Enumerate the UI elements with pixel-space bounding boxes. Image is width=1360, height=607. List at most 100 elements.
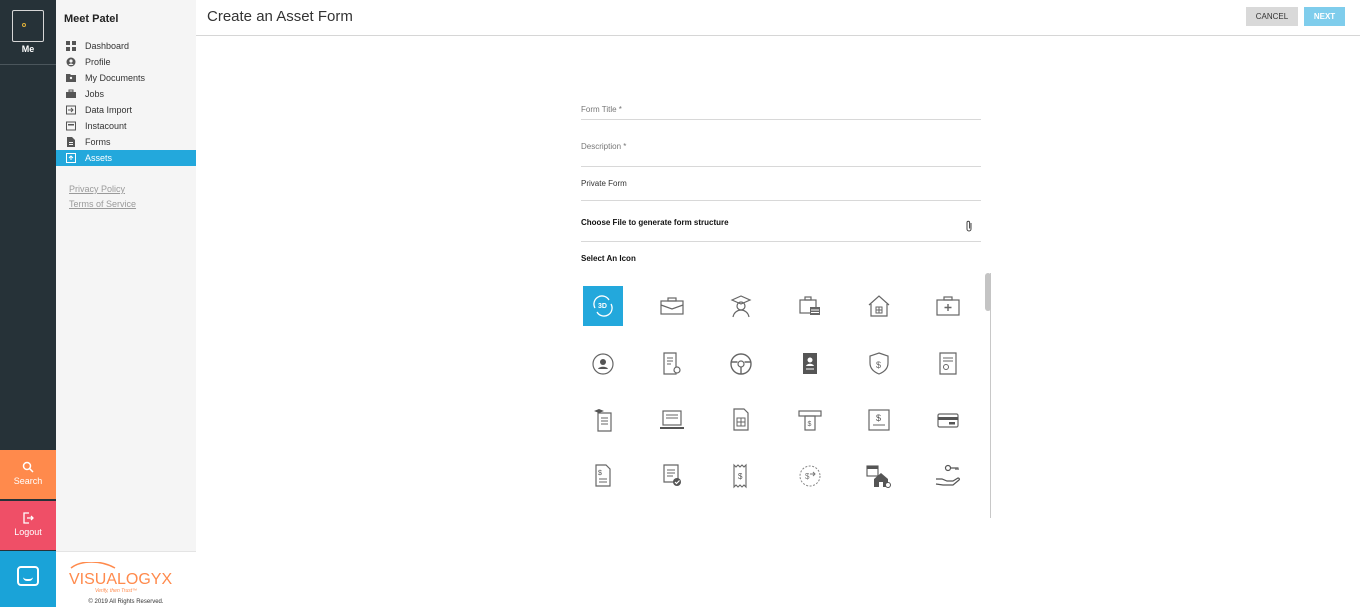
select-icon-label: Select An Icon — [581, 254, 636, 263]
icon-option-first-aid-kit[interactable] — [928, 286, 968, 326]
sidebar-item-label: Assets — [85, 153, 113, 163]
contact-book-icon — [803, 353, 817, 374]
assets-icon — [66, 153, 76, 163]
next-button[interactable]: NEXT — [1304, 7, 1345, 26]
page-title: Create an Asset Form — [207, 8, 353, 25]
atm-icon: $ — [798, 410, 822, 431]
sidebar-item-instacount[interactable]: Instacount — [56, 118, 196, 134]
sidebar-item-my-documents[interactable]: My Documents — [56, 70, 196, 86]
sidebar-item-label: Jobs — [85, 89, 105, 99]
first-aid-kit-icon — [936, 296, 960, 316]
svg-text:$: $ — [876, 413, 881, 423]
app-rail: Me Search Logout — [0, 0, 56, 607]
icon-option-hand-key[interactable] — [928, 456, 968, 496]
sidebar-item-label: Instacount — [85, 121, 127, 131]
icon-option-briefcase-money[interactable] — [790, 286, 830, 326]
icon-option-3d-rotate[interactable]: 3D — [583, 286, 623, 326]
icon-option-dollar-statement[interactable]: $ — [859, 400, 899, 440]
icon-option-certificate[interactable] — [928, 344, 968, 384]
shield-dollar-icon: $ — [869, 352, 889, 375]
choose-file-field[interactable]: Choose File to generate form structure — [581, 206, 981, 242]
search-label: Search — [13, 476, 43, 486]
sidebar-item-label: Forms — [85, 137, 111, 147]
page-header: Create an Asset Form CANCEL NEXT — [196, 0, 1360, 36]
description-field[interactable]: Description * — [581, 132, 981, 167]
icon-option-diploma-document[interactable] — [583, 400, 623, 440]
svg-text:$: $ — [598, 470, 602, 477]
me-label: Me — [21, 44, 35, 54]
cancel-button[interactable]: CANCEL — [1246, 7, 1298, 26]
icon-option-laptop[interactable] — [652, 400, 692, 440]
terms-of-service-link[interactable]: Terms of Service — [69, 199, 136, 209]
icon-option-steering-wheel[interactable] — [721, 344, 761, 384]
avatar[interactable] — [12, 10, 44, 42]
document-search-icon — [663, 352, 681, 375]
logo-brand: VISUALOGYX — [69, 571, 172, 588]
icon-option-briefcase[interactable] — [652, 286, 692, 326]
icon-option-document-search[interactable] — [652, 344, 692, 384]
form-title-field[interactable]: Form Title * — [581, 96, 981, 120]
icon-option-spreadsheet[interactable] — [721, 400, 761, 440]
copyright: © 2019 All Rights Reserved. — [88, 599, 164, 605]
private-form-field[interactable]: Private Form — [581, 170, 981, 201]
icon-option-atm[interactable]: $ — [790, 400, 830, 440]
sidebar-item-dashboard[interactable]: Dashboard — [56, 38, 196, 54]
instacount-icon — [66, 121, 76, 131]
paperclip-icon[interactable] — [965, 220, 973, 232]
svg-text:$: $ — [808, 421, 812, 428]
receipt-icon: $ — [733, 463, 747, 489]
sidebar-item-label: Dashboard — [85, 41, 130, 51]
me-menu[interactable]: Me — [0, 0, 56, 65]
steering-wheel-icon — [730, 353, 752, 375]
import-icon — [66, 105, 76, 115]
profile-icon — [66, 57, 76, 67]
credit-card-icon — [937, 413, 959, 428]
icon-option-money-exchange[interactable]: $ — [790, 456, 830, 496]
icon-option-contact-book[interactable] — [790, 344, 830, 384]
search-icon — [22, 461, 34, 473]
icon-option-credit-card[interactable] — [928, 400, 968, 440]
svg-text:3D: 3D — [598, 303, 607, 310]
laptop-icon — [660, 410, 684, 429]
dashboard-icon — [66, 41, 76, 51]
diploma-document-icon — [594, 409, 612, 432]
icon-option-graduate[interactable] — [721, 286, 761, 326]
sidebar: Meet Patel Dashboard Profile My Document… — [56, 0, 196, 607]
dollar-statement-icon: $ — [868, 409, 890, 431]
sidebar-footer: VISUALOGYX Verify, then Trust™ © 2019 Al… — [56, 551, 196, 607]
privacy-policy-link[interactable]: Privacy Policy — [69, 184, 136, 194]
icon-grid-scrollbar[interactable] — [985, 273, 991, 311]
logout-label: Logout — [14, 527, 42, 537]
sidebar-item-data-import[interactable]: Data Import — [56, 102, 196, 118]
icon-option-receipt[interactable]: $ — [721, 456, 761, 496]
house-icon — [868, 295, 890, 317]
search-button[interactable]: Search — [0, 450, 56, 499]
icon-option-user-circle[interactable] — [583, 344, 623, 384]
choose-file-label: Choose File to generate form structure — [581, 218, 729, 227]
hand-key-icon — [935, 464, 961, 486]
briefcase-icon — [660, 297, 684, 315]
sidebar-item-profile[interactable]: Profile — [56, 54, 196, 70]
sidebar-item-forms[interactable]: Forms — [56, 134, 196, 150]
certificate-icon — [939, 352, 957, 375]
forms-icon — [67, 137, 75, 147]
logout-button[interactable]: Logout — [0, 501, 56, 550]
sidebar-item-label: Profile — [85, 57, 111, 67]
briefcase-icon — [66, 89, 76, 98]
icon-option-document-check[interactable] — [652, 456, 692, 496]
icon-option-shield-dollar[interactable]: $ — [859, 344, 899, 384]
money-exchange-icon: $ — [799, 465, 821, 487]
icon-option-calendar-house[interactable] — [859, 456, 899, 496]
icon-option-house[interactable] — [859, 286, 899, 326]
svg-text:$: $ — [738, 472, 743, 481]
sidebar-item-label: Data Import — [85, 105, 133, 115]
legal-links: Privacy Policy Terms of Service — [69, 184, 136, 214]
chat-button[interactable] — [0, 551, 56, 607]
graduate-icon — [730, 295, 752, 318]
sidebar-item-jobs[interactable]: Jobs — [56, 86, 196, 102]
sidebar-item-label: My Documents — [85, 73, 146, 83]
icon-option-invoice-dollar[interactable]: $ — [583, 456, 623, 496]
user-circle-icon — [592, 353, 614, 375]
sidebar-item-assets[interactable]: Assets — [56, 150, 196, 166]
briefcase-money-icon — [799, 296, 820, 315]
